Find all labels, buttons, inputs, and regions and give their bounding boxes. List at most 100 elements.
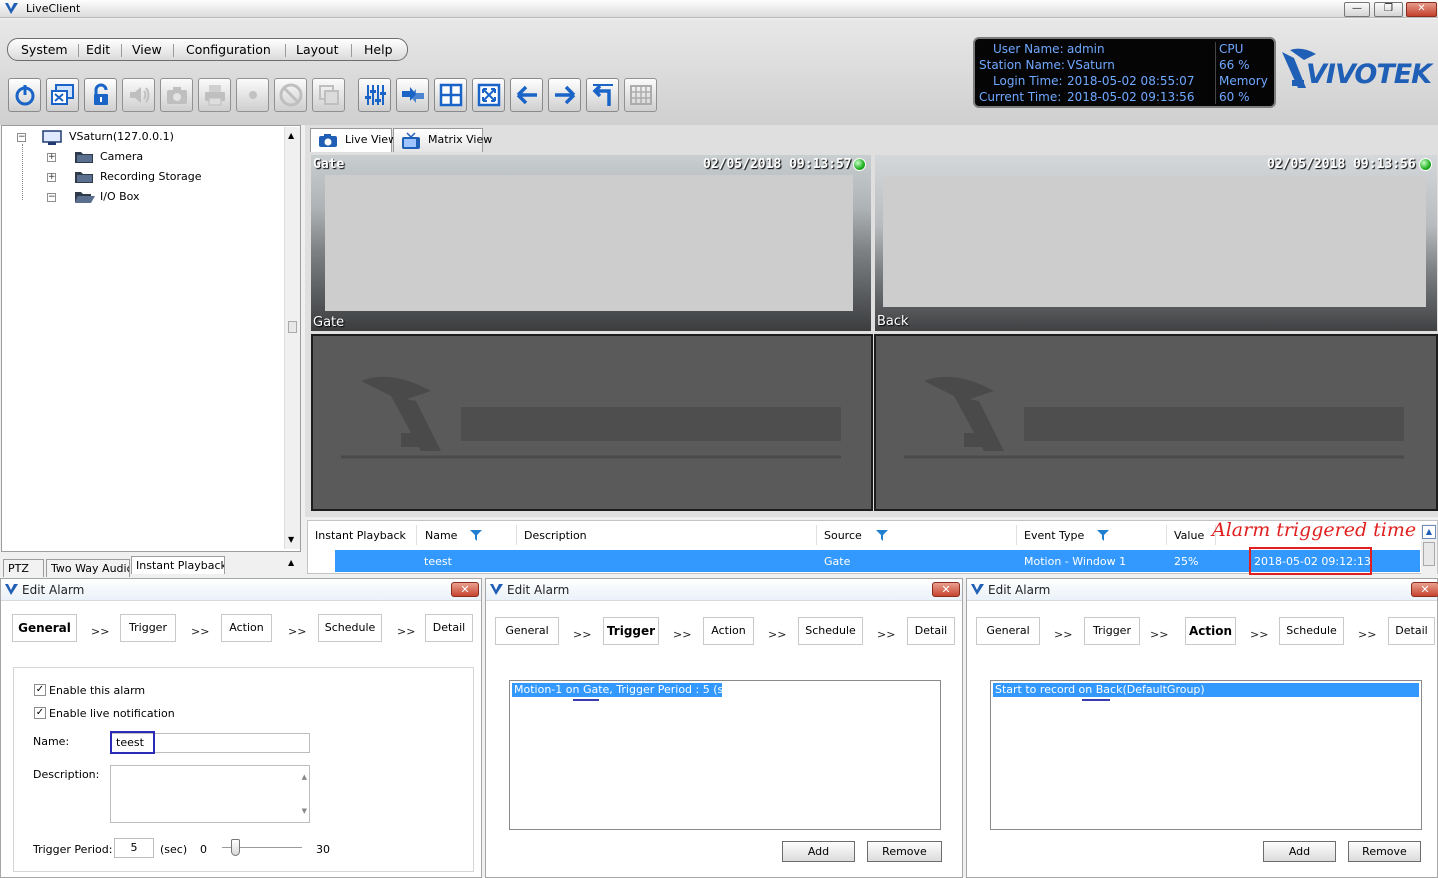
tree-item-io-box[interactable]: I/O Box [100,189,140,205]
tree-item-recording-storage[interactable]: Recording Storage [100,169,202,185]
camera-cell-back[interactable]: 02/05/2018 09:13:56 Back [875,155,1437,331]
step-trigger[interactable]: Trigger [603,617,659,645]
step-schedule[interactable]: Schedule [798,617,863,645]
column-event-type[interactable]: Event Type [1024,529,1084,542]
slider-thumb[interactable] [231,839,240,856]
step-detail[interactable]: Detail [1388,617,1435,645]
title-bar: LiveClient — ❐ ✕ [0,0,1438,18]
fullscreen-button[interactable] [472,78,505,112]
switch-view-button[interactable] [396,78,429,112]
tab-scroll-icon[interactable]: ▲ [288,558,294,567]
column-description[interactable]: Description [524,529,587,542]
window-title: LiveClient [26,2,81,15]
previous-button[interactable] [510,78,543,112]
menu-separator [78,44,79,57]
minimize-button[interactable]: — [1344,2,1370,17]
slider-min-label: 0 [200,843,207,856]
step-detail[interactable]: Detail [907,617,955,645]
list-scrollbar[interactable]: ▲ [1421,524,1437,574]
tab-matrix-view[interactable]: Matrix View [393,128,492,152]
description-textarea[interactable]: ▲ ▼ [110,765,310,823]
lock-button[interactable] [84,78,117,112]
matrix-button[interactable] [624,78,657,112]
tab-instant-playback[interactable]: Instant Playback [131,556,225,574]
add-button[interactable]: Add [1263,841,1336,862]
column-instant-playback[interactable]: Instant Playback [315,529,406,542]
tab-two-way-audio[interactable]: Two Way Audio [46,559,130,577]
empty-camera-cell[interactable] [874,334,1438,511]
power-button[interactable] [8,78,41,112]
empty-camera-cell[interactable] [311,334,873,511]
grid-layout-button[interactable] [434,78,467,112]
dialog-close-button[interactable]: ✕ [451,582,479,597]
tree-collapse-toggle[interactable]: − [47,193,56,202]
logout-station-button[interactable] [46,78,79,112]
filter-icon[interactable] [1097,530,1109,541]
equalizer-button[interactable] [358,78,391,112]
filter-icon[interactable] [470,530,482,541]
list-item[interactable]: Motion-1 on Gate, Trigger Period : 5 (se… [512,683,740,697]
step-arrow: >> [768,628,787,641]
return-button[interactable] [586,78,619,112]
print-button[interactable] [198,78,231,112]
action-list[interactable]: Start to record on Back(DefaultGroup) [990,680,1422,830]
tab-live-view[interactable]: Live View [310,128,397,152]
step-action[interactable]: Action [1185,617,1236,645]
scroll-thumb[interactable] [1423,542,1435,566]
dialog-title: Edit Alarm [507,583,570,597]
step-general[interactable]: General [12,614,77,642]
next-button[interactable] [548,78,581,112]
record-button[interactable] [236,78,269,112]
step-schedule[interactable]: Schedule [1279,617,1344,645]
enable-alarm-checkbox[interactable]: ✓ [34,684,46,696]
scroll-up-icon[interactable]: ▲ [1422,525,1436,539]
tree-collapse-toggle[interactable]: − [17,133,26,142]
menu-configuration[interactable]: Configuration [186,42,271,58]
tree-expand-toggle[interactable]: + [47,153,56,162]
annotation-label: Alarm triggered time [1212,519,1417,541]
enable-alarm-label: Enable this alarm [49,684,146,697]
enable-live-checkbox[interactable]: ✓ [34,707,46,719]
tree-expand-toggle[interactable]: + [47,173,56,182]
menu-edit[interactable]: Edit [86,42,110,58]
step-action[interactable]: Action [703,617,754,645]
step-general[interactable]: General [495,617,559,645]
tree-root[interactable]: VSaturn(127.0.0.1) [69,129,174,145]
step-trigger[interactable]: Trigger [1084,617,1140,645]
add-button[interactable]: Add [782,841,855,862]
maximize-button[interactable]: ❐ [1374,2,1403,17]
snapshot-button[interactable] [160,78,193,112]
remove-button[interactable]: Remove [1348,841,1421,862]
close-window-button[interactable]: ✕ [1406,2,1437,17]
tree-item-camera[interactable]: Camera [100,149,143,165]
remove-button[interactable]: Remove [867,841,942,862]
playback-button[interactable] [312,78,345,112]
menu-help[interactable]: Help [364,42,393,58]
dialog-close-button[interactable]: ✕ [1411,582,1438,597]
list-item[interactable]: Start to record on Back(DefaultGroup) [993,683,1419,697]
scroll-thumb[interactable] [288,321,297,333]
trigger-period-input[interactable]: 5 [114,838,154,858]
filter-icon[interactable] [876,530,888,541]
menu-system[interactable]: System [21,42,68,58]
menu-layout[interactable]: Layout [296,42,339,58]
column-value[interactable]: Value [1174,529,1204,542]
tree-scrollbar[interactable]: ▲ ▼ [284,127,300,549]
step-general[interactable]: General [976,617,1040,645]
step-schedule[interactable]: Schedule [318,614,382,642]
menu-view[interactable]: View [132,42,162,58]
step-detail[interactable]: Detail [425,614,473,642]
tab-ptz[interactable]: PTZ [3,559,44,577]
trigger-period-slider[interactable] [222,839,302,856]
audio-button[interactable] [122,78,155,112]
step-trigger[interactable]: Trigger [120,614,176,642]
step-action[interactable]: Action [221,614,272,642]
camera-cell-gate[interactable]: Gate 02/05/2018 09:13:57 Gate [311,155,871,331]
column-name[interactable]: Name [425,529,457,542]
record-icon [248,91,257,99]
column-source[interactable]: Source [824,529,862,542]
stop-button[interactable] [274,78,307,112]
dialog-close-button[interactable]: ✕ [932,582,960,597]
trigger-list[interactable]: Motion-1 on Gate, Trigger Period : 5 (se… [509,680,941,830]
app-logo-icon [971,584,984,595]
